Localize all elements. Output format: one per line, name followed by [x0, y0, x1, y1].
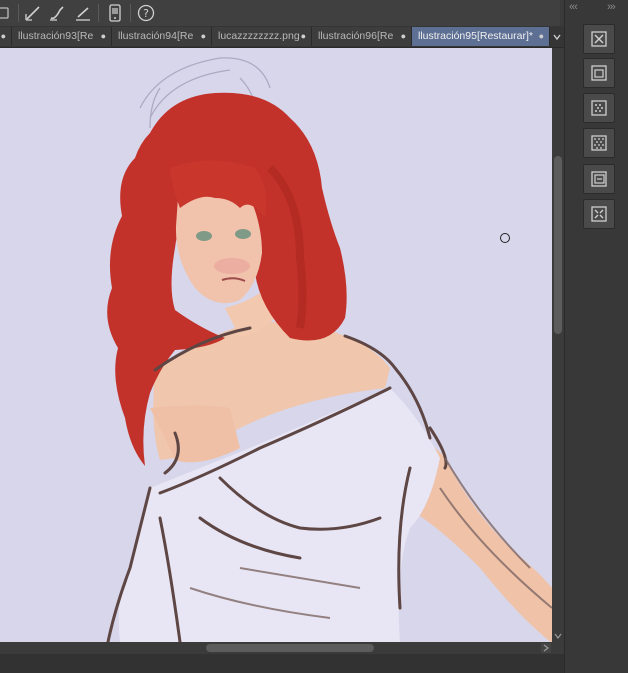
vertical-scroll-thumb[interactable] [554, 156, 562, 334]
artwork-illustration [106, 57, 552, 642]
document-tab-bar: ● llustración93[Re ● llustración94[Re ● … [0, 26, 564, 48]
svg-text:?: ? [143, 7, 149, 20]
tab-label: lucazzzzzzzz.png [218, 30, 300, 42]
tab-label: llustración94[Re [118, 30, 194, 42]
horizontal-scroll-thumb[interactable] [206, 644, 374, 652]
toolbar-separator [130, 4, 131, 22]
chevron-down-icon [553, 34, 561, 40]
status-bar [0, 654, 564, 673]
scroll-right-icon[interactable] [541, 643, 551, 653]
tab-hidden-close[interactable]: ● [0, 27, 12, 46]
tab-list-dropdown[interactable] [550, 26, 564, 47]
face [175, 187, 262, 304]
tab-ilustracion96[interactable]: llustración96[Re ● [312, 27, 412, 46]
panel-header: «‹ ›» [565, 0, 628, 16]
toolbar-separator [18, 4, 19, 22]
tab-close-icon[interactable]: ● [539, 27, 544, 46]
blush [214, 258, 250, 274]
tab-close-icon[interactable]: ● [1, 27, 6, 46]
tab-label: llustración93[Re [18, 30, 94, 42]
help-icon[interactable]: ? [135, 2, 157, 24]
layer-frame-icon[interactable] [583, 58, 615, 88]
toolbar-separator [98, 4, 99, 22]
tab-close-icon[interactable]: ● [201, 27, 206, 46]
tab-label: llustración95[Restaurar]* [418, 30, 533, 42]
tab-lucazzzzzzzz[interactable]: lucazzzzzzzz.png ● [212, 27, 312, 46]
command-bar-panel: «‹ ›» [564, 0, 628, 673]
correct-line-icon[interactable] [22, 2, 44, 24]
smooth-brush-icon[interactable] [46, 2, 68, 24]
device-icon[interactable] [104, 2, 126, 24]
tab-close-icon[interactable]: ● [401, 27, 406, 46]
scroll-down-icon[interactable] [554, 632, 562, 640]
tab-ilustracion95[interactable]: llustración95[Restaurar]* ● [412, 27, 550, 46]
drawing-canvas[interactable] [0, 48, 552, 642]
tab-close-icon[interactable]: ● [301, 27, 306, 46]
collapse-left-icon[interactable]: «‹ [569, 1, 578, 13]
square-icon[interactable] [0, 2, 14, 24]
transform-layer-icon[interactable] [583, 199, 615, 229]
tab-close-icon[interactable]: ● [101, 27, 106, 46]
left-eye [196, 231, 212, 241]
collapse-right-icon[interactable]: ›» [607, 1, 616, 13]
tab-label: llustración96[Re [318, 30, 394, 42]
horizontal-scrollbar[interactable] [0, 642, 552, 654]
brush-cursor-icon [500, 233, 510, 243]
layer-property-icon[interactable] [583, 164, 615, 194]
right-eye [235, 229, 251, 239]
tone-grid-icon[interactable] [583, 93, 615, 123]
ruler-line-icon[interactable] [72, 2, 94, 24]
tab-ilustracion94[interactable]: llustración94[Re ● [112, 27, 212, 46]
vertical-scrollbar[interactable] [552, 48, 564, 642]
top-toolbar: ? [0, 0, 560, 27]
tab-ilustracion93[interactable]: llustración93[Re ● [12, 27, 112, 46]
tone-grid-alt-icon[interactable] [583, 128, 615, 158]
scroll-corner [552, 642, 564, 654]
close-canvas-icon[interactable] [583, 24, 615, 54]
